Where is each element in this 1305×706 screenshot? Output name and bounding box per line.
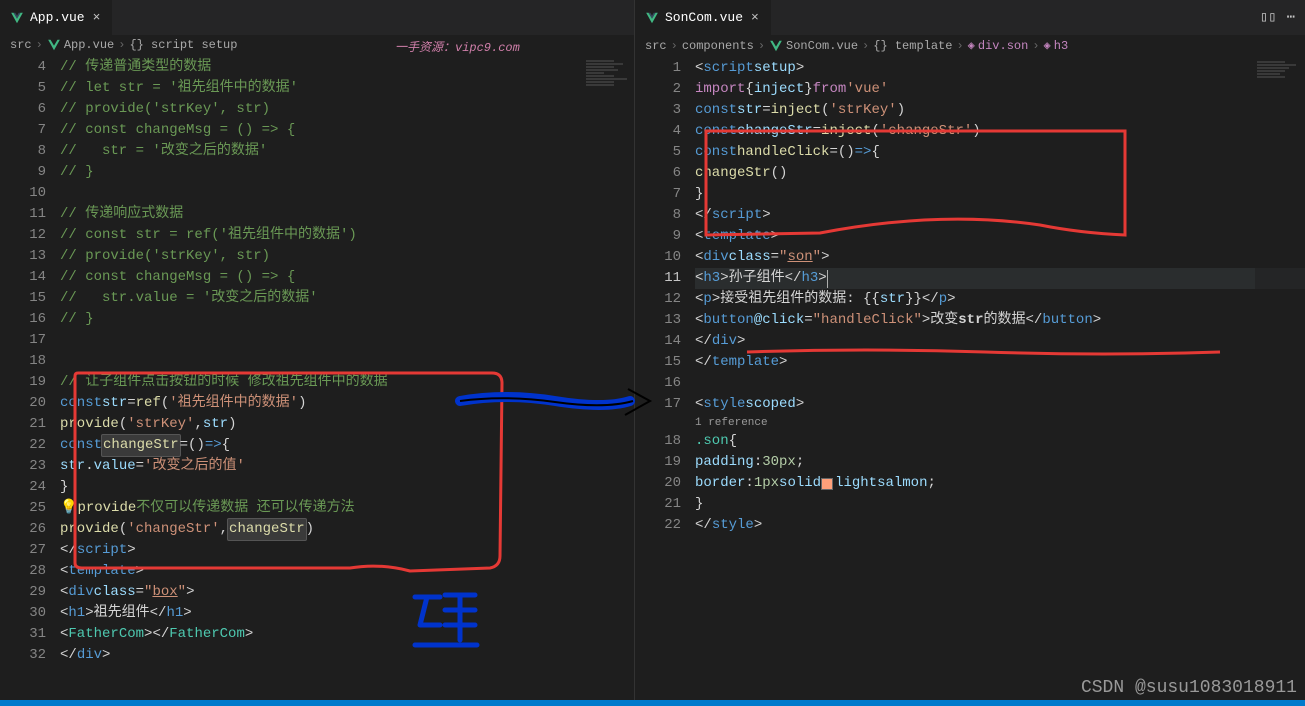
right-code-area[interactable]: 12345678910111213141516171819202122 <scr… (635, 56, 1305, 700)
close-icon[interactable]: × (749, 10, 761, 25)
watermark-text: 一手资源：vipc9.com (395, 38, 520, 55)
bc-src[interactable]: src (10, 38, 32, 52)
close-icon[interactable]: × (91, 10, 103, 25)
right-breadcrumb[interactable]: src › components › SonCom.vue › {} templ… (635, 35, 1305, 56)
chevron-right-icon: › (1032, 39, 1039, 53)
left-code[interactable]: // 传递普通类型的数据// let str = '祖先组件中的数据'// pr… (60, 55, 634, 700)
vue-icon (769, 39, 783, 53)
split-editor-icon[interactable]: ▯▯ (1260, 9, 1277, 26)
tab-soncom-vue[interactable]: SonCom.vue × (635, 0, 772, 35)
minimap[interactable] (1255, 56, 1305, 700)
tab-app-vue[interactable]: App.vue × (0, 0, 113, 35)
right-code[interactable]: <script setup>import { inject } from 'vu… (695, 56, 1305, 700)
chevron-right-icon: › (118, 38, 125, 52)
left-code-area[interactable]: 4567891011121314151617181920212223242526… (0, 55, 634, 700)
minimap[interactable] (584, 55, 634, 700)
bc-components[interactable]: components (682, 39, 754, 53)
bc-file[interactable]: App.vue (47, 38, 114, 52)
tab-actions: ▯▯ ⋯ (1260, 9, 1305, 26)
bc-scope[interactable]: {} script setup (129, 38, 237, 52)
more-icon[interactable]: ⋯ (1287, 9, 1295, 26)
tab-label: SonCom.vue (665, 10, 743, 25)
chevron-right-icon: › (956, 39, 963, 53)
csdn-watermark: CSDN @susu1083018911 (1081, 678, 1297, 698)
left-breadcrumb[interactable]: src › App.vue › {} script setup (0, 35, 634, 55)
left-editor-pane: App.vue × src › App.vue › {} script setu… (0, 0, 635, 700)
right-editor-pane: SonCom.vue × ▯▯ ⋯ src › components › Son… (635, 0, 1305, 700)
chevron-right-icon: › (862, 39, 869, 53)
vue-icon (10, 11, 24, 25)
editor-split: App.vue × src › App.vue › {} script setu… (0, 0, 1305, 700)
right-gutter: 12345678910111213141516171819202122 (635, 56, 695, 700)
chevron-right-icon: › (671, 39, 678, 53)
vue-icon (47, 38, 61, 52)
tab-label: App.vue (30, 10, 85, 25)
right-tabbar: SonCom.vue × ▯▯ ⋯ (635, 0, 1305, 35)
left-gutter: 4567891011121314151617181920212223242526… (0, 55, 60, 700)
bc-div[interactable]: ◈ div.son (968, 38, 1029, 53)
bc-h3[interactable]: ◈ h3 (1044, 38, 1069, 53)
bc-template[interactable]: {} template (873, 39, 952, 53)
vue-icon (645, 11, 659, 25)
bc-file[interactable]: SonCom.vue (769, 39, 858, 53)
chevron-right-icon: › (758, 39, 765, 53)
chevron-right-icon: › (36, 38, 43, 52)
status-bar[interactable] (0, 700, 1305, 706)
left-tabbar: App.vue × (0, 0, 634, 35)
bc-src[interactable]: src (645, 39, 667, 53)
